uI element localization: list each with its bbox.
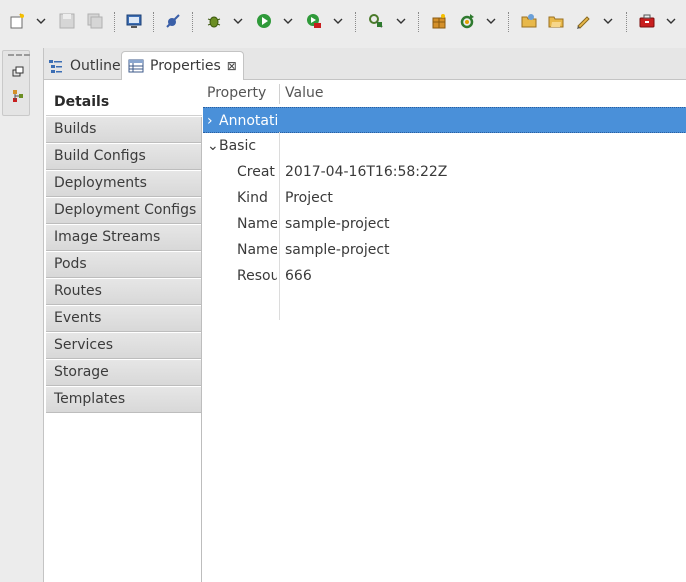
chevron-down-icon[interactable] (36, 16, 46, 26)
property-value: sample-project (285, 216, 390, 232)
tab-outline[interactable]: Outline (48, 51, 121, 80)
chevron-down-icon[interactable] (396, 16, 406, 26)
property-value: sample-project (285, 242, 390, 258)
debug-icon[interactable] (205, 12, 223, 30)
category-builds[interactable]: Builds (46, 117, 202, 143)
run-external-tool-icon[interactable] (305, 12, 323, 30)
table-row[interactable]: ⌄ Basic (203, 133, 686, 159)
open-file-icon[interactable] (547, 12, 565, 30)
chevron-down-icon[interactable] (333, 16, 343, 26)
refresh-icon[interactable] (458, 12, 476, 30)
category-list: Details Builds Build Configs Deployments Dep… (46, 90, 202, 582)
table-header: Property Value (203, 80, 686, 106)
chevron-down-icon[interactable] (603, 16, 613, 26)
column-header-value[interactable]: Value (285, 85, 323, 101)
properties-view: Outline Properties ⊠ Details Builds Build … (43, 48, 686, 582)
property-name: Name (237, 216, 277, 232)
view-tab-bar: Outline Properties ⊠ (44, 48, 686, 80)
category-build-configs[interactable]: Build Configs (46, 144, 202, 170)
chevron-down-icon[interactable] (283, 16, 293, 26)
toolbar-separator (153, 12, 154, 32)
table-row[interactable]: Name sample-project (203, 237, 686, 263)
property-value: 666 (285, 268, 312, 284)
column-header-property[interactable]: Property (207, 85, 266, 101)
open-folder-icon[interactable] (520, 12, 538, 30)
save-icon[interactable] (58, 12, 76, 30)
tab-properties-label: Properties (150, 58, 221, 74)
chevron-down-icon[interactable] (666, 16, 676, 26)
new-package-icon[interactable] (430, 12, 448, 30)
table-row[interactable]: Resou 666 (203, 263, 686, 289)
category-deployment-configs[interactable]: Deployment Configs (46, 198, 202, 224)
category-divider (201, 117, 202, 582)
chevron-down-icon[interactable] (486, 16, 496, 26)
properties-table-icon (128, 59, 144, 73)
toolbox-icon[interactable] (638, 12, 656, 30)
toolbar-separator (508, 12, 509, 32)
toolbar-separator (355, 12, 356, 32)
toolbar-separator (626, 12, 627, 32)
column-divider[interactable] (279, 84, 280, 104)
property-name: Resou (237, 268, 277, 284)
category-image-streams[interactable]: Image Streams (46, 225, 202, 251)
trim-grip[interactable] (8, 54, 30, 56)
category-deployments[interactable]: Deployments (46, 171, 202, 197)
category-storage[interactable]: Storage (46, 360, 202, 386)
properties-content: Details Builds Build Configs Deployments Dep… (44, 80, 686, 582)
property-name: Annotati (219, 113, 277, 129)
save-all-icon[interactable] (86, 12, 104, 30)
table-row[interactable]: Creat 2017-04-16T16:58:22Z (203, 159, 686, 185)
new-wizard-icon[interactable] (8, 12, 26, 30)
property-value: Project (285, 190, 333, 206)
run-icon[interactable] (255, 12, 273, 30)
category-routes[interactable]: Routes (46, 279, 202, 305)
minimized-view-trim (2, 50, 30, 116)
main-toolbar (0, 0, 686, 44)
table-row[interactable]: › Annotati (203, 107, 686, 133)
toolbar-separator (418, 12, 419, 32)
property-name: Kind (237, 190, 268, 206)
chevron-down-icon[interactable]: ⌄ (207, 133, 219, 159)
table-row[interactable]: Name sample-project (203, 211, 686, 237)
property-name: Basic (219, 138, 257, 154)
tab-outline-label: Outline (70, 57, 121, 74)
terminal-icon[interactable] (125, 12, 143, 30)
property-table: Property Value › Annotati ⌄ Basic Creat 2017-… (203, 80, 686, 582)
category-templates[interactable]: Templates (46, 387, 202, 413)
category-details[interactable]: Details (46, 90, 202, 116)
tab-properties[interactable]: Properties ⊠ (121, 51, 244, 80)
outline-view-icon[interactable] (11, 89, 25, 103)
outline-icon (49, 59, 62, 73)
table-row[interactable]: Kind Project (203, 185, 686, 211)
property-value: 2017-04-16T16:58:22Z (285, 164, 448, 180)
chevron-down-icon[interactable] (233, 16, 243, 26)
category-services[interactable]: Services (46, 333, 202, 359)
close-icon[interactable]: ⊠ (227, 59, 237, 73)
chevron-right-icon[interactable]: › (207, 108, 219, 134)
toolbar-separator (192, 12, 193, 32)
pencil-icon[interactable] (574, 12, 592, 30)
property-name: Name (237, 242, 277, 258)
skip-breakpoints-icon[interactable] (164, 12, 182, 30)
category-pods[interactable]: Pods (46, 252, 202, 278)
category-events[interactable]: Events (46, 306, 202, 332)
toolbar-separator (114, 12, 115, 32)
property-name: Creat (237, 164, 275, 180)
column-divider (279, 132, 280, 320)
open-type-icon[interactable] (367, 12, 385, 30)
restore-icon[interactable] (11, 65, 25, 79)
